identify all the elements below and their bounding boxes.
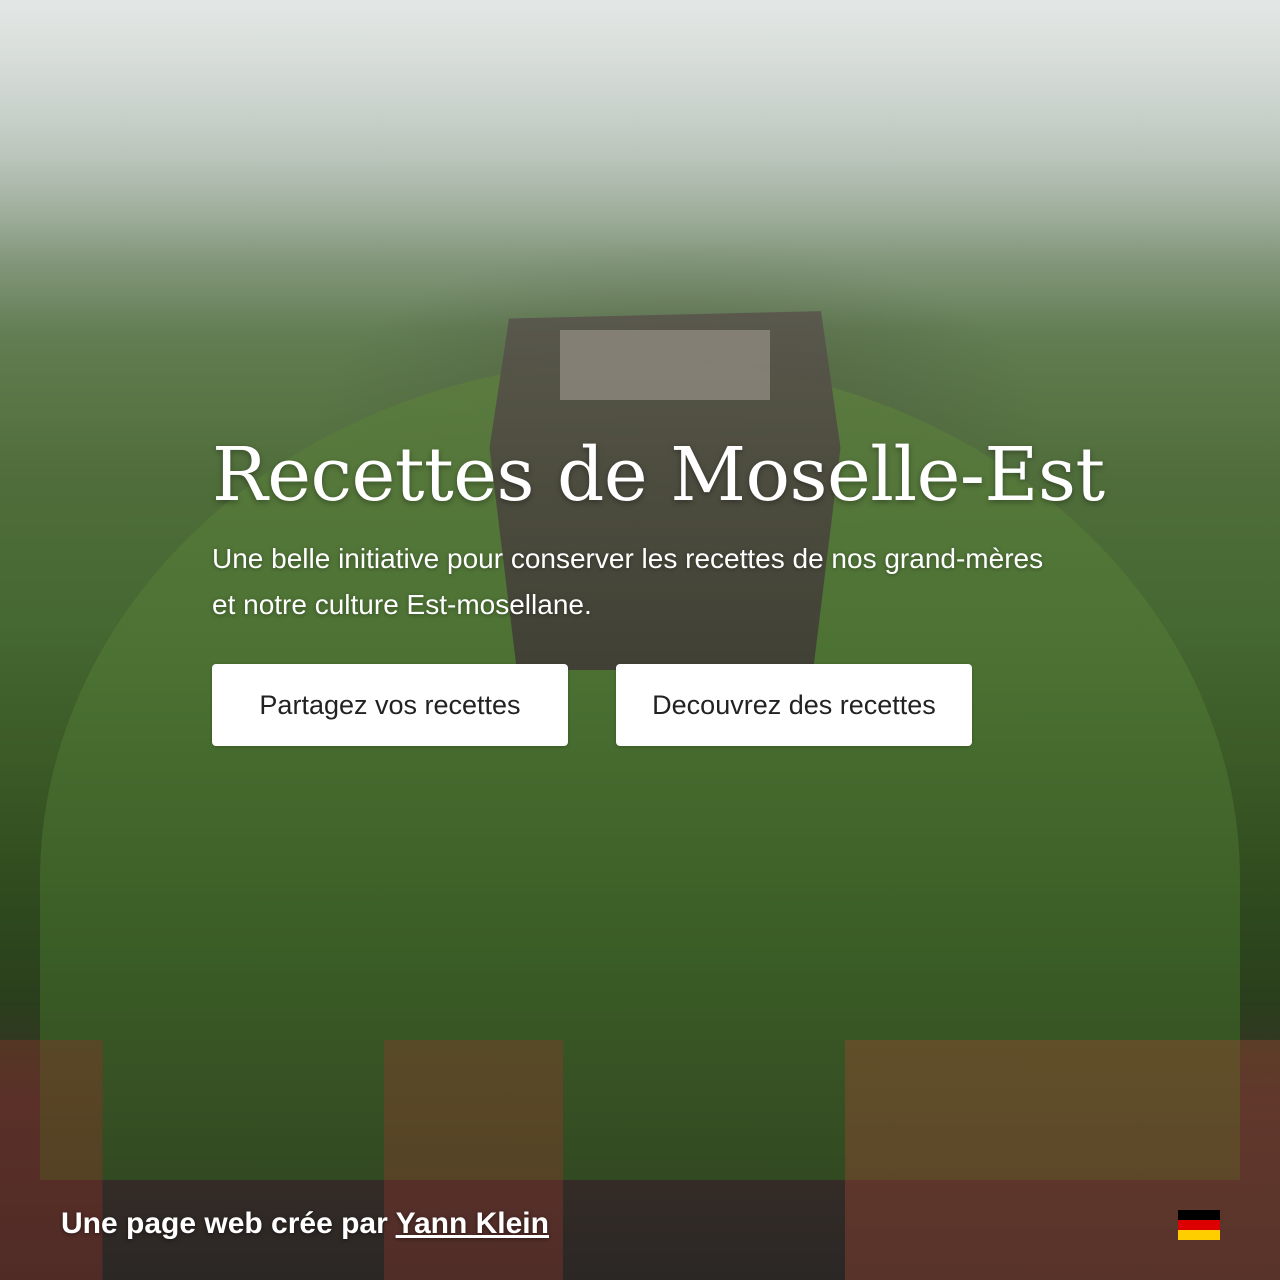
background-town bbox=[0, 1040, 1280, 1280]
footer-credit-text: Une page web crée par bbox=[61, 1207, 388, 1240]
hero-buttons: Partagez vos recettes Decouvrez des rece… bbox=[212, 664, 1072, 746]
flag-stripe-black bbox=[1178, 1210, 1220, 1220]
flag-stripe-red bbox=[1178, 1220, 1220, 1230]
footer-credit: Une page web crée par Yann Klein bbox=[61, 1204, 549, 1244]
page-subtitle: Une belle initiative pour conserver les … bbox=[212, 543, 1044, 620]
hero-content: Recettes de Moselle-Est Une belle initia… bbox=[212, 428, 1105, 746]
background-fortress-top bbox=[560, 330, 770, 400]
page-title: Recettes de Moselle-Est bbox=[212, 432, 1105, 518]
background-mist bbox=[0, 0, 1280, 330]
discover-recipes-button[interactable]: Decouvrez des recettes bbox=[616, 664, 972, 746]
flag-stripe-gold bbox=[1178, 1230, 1220, 1240]
share-recipes-button[interactable]: Partagez vos recettes bbox=[212, 664, 568, 746]
german-flag-icon[interactable] bbox=[1178, 1210, 1220, 1240]
author-link[interactable]: Yann Klein bbox=[396, 1207, 549, 1240]
